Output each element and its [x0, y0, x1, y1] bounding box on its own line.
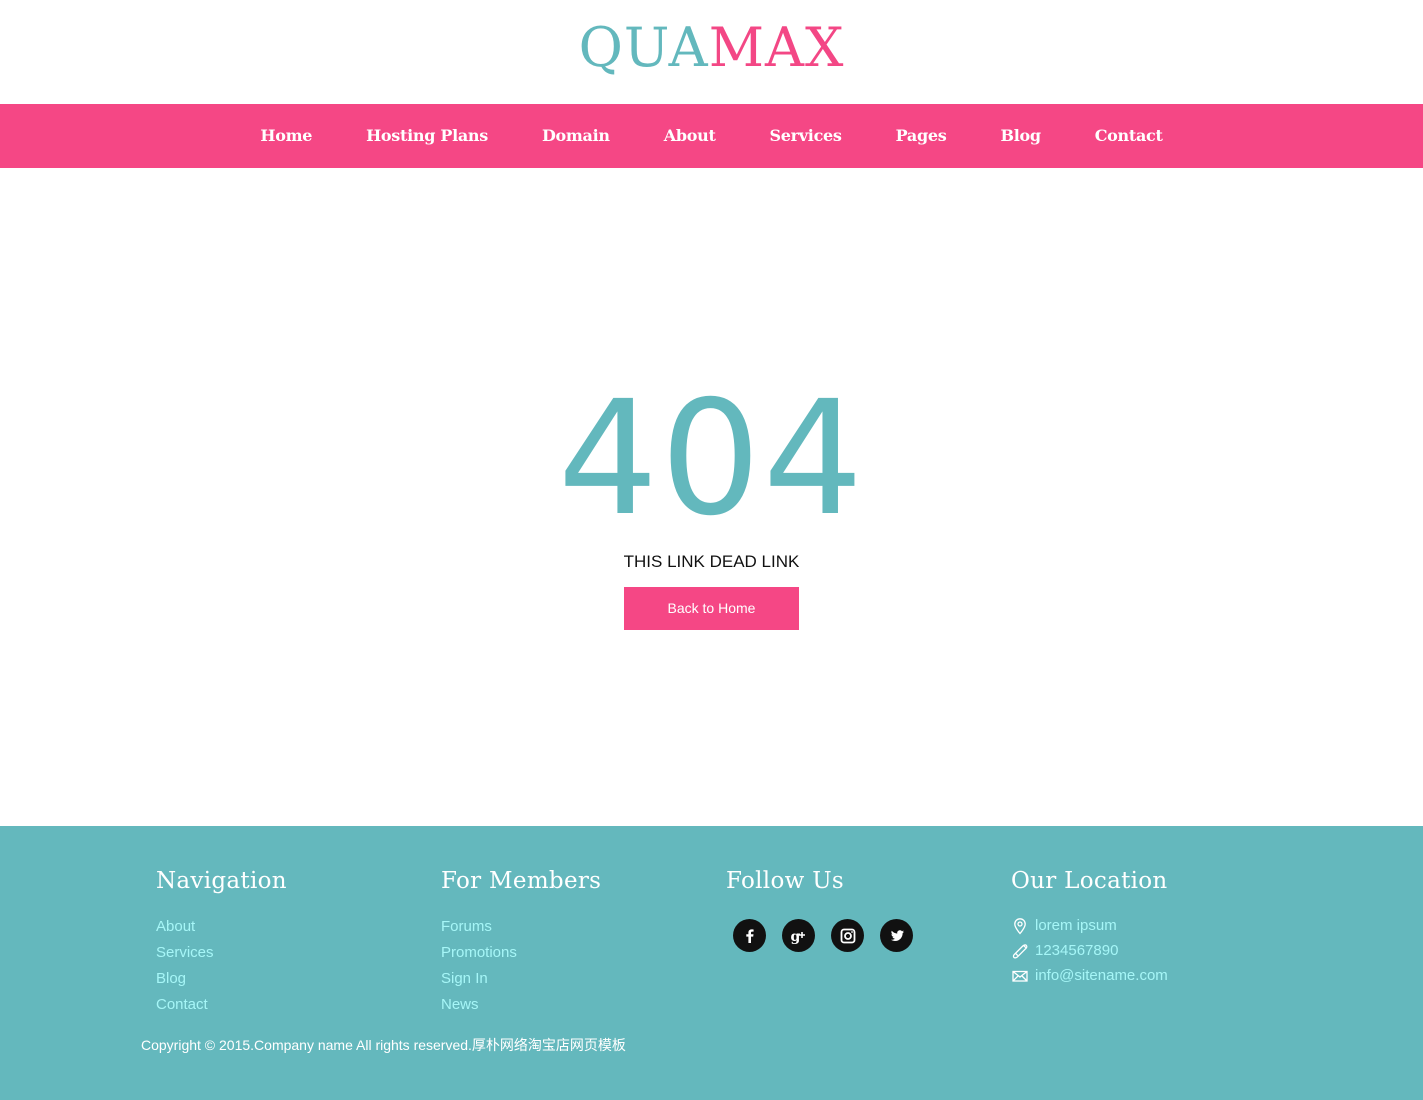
nav-item-blog[interactable]: Blog: [1000, 104, 1041, 168]
error-section: 404 THIS LINK DEAD LINK Back to Home: [0, 168, 1423, 826]
footer-location-column: Our Location lorem ipsum 1234567890 info…: [1011, 864, 1168, 988]
facebook-icon[interactable]: [733, 919, 766, 952]
logo-text-part2: MAX: [708, 16, 845, 79]
footer-link-forums[interactable]: Forums: [441, 918, 492, 935]
nav-item-services[interactable]: Services: [770, 104, 842, 168]
back-to-home-button[interactable]: Back to Home: [624, 587, 799, 630]
footer-navigation-column: Navigation About Services Blog Contact: [156, 864, 287, 1017]
error-message: THIS LINK DEAD LINK: [623, 552, 800, 571]
envelope-icon: [1011, 967, 1029, 985]
footer-link-sign-in[interactable]: Sign In: [441, 970, 488, 987]
logo-text-part1: QUA: [578, 16, 709, 79]
location-email-link[interactable]: info@sitename.com: [1035, 963, 1168, 988]
map-pin-icon: [1011, 917, 1029, 935]
main-nav: Home Hosting Plans Domain About Services…: [0, 104, 1423, 168]
footer-link-services[interactable]: Services: [156, 944, 214, 961]
footer-members-title: For Members: [441, 868, 602, 894]
footer-link-contact[interactable]: Contact: [156, 996, 208, 1013]
nav-item-contact[interactable]: Contact: [1095, 104, 1163, 168]
svg-text:g: g: [790, 929, 800, 945]
google-plus-icon[interactable]: g: [782, 919, 815, 952]
nav-item-domain[interactable]: Domain: [542, 104, 610, 168]
site-header: QUAMAX: [0, 0, 1423, 104]
footer-follow-column: Follow Us g: [726, 864, 913, 952]
location-address-text: lorem ipsum: [1035, 917, 1117, 934]
footer-link-about[interactable]: About: [156, 918, 195, 935]
location-address: lorem ipsum: [1011, 913, 1168, 938]
phone-icon: [1011, 942, 1029, 960]
nav-item-about[interactable]: About: [664, 104, 716, 168]
copyright-text: Copyright © 2015.Company name All rights…: [141, 1037, 626, 1053]
footer-link-promotions[interactable]: Promotions: [441, 944, 517, 961]
footer-link-news[interactable]: News: [441, 996, 479, 1013]
nav-item-pages[interactable]: Pages: [896, 104, 947, 168]
nav-item-hosting-plans[interactable]: Hosting Plans: [366, 104, 488, 168]
social-links: g: [726, 919, 913, 952]
site-logo[interactable]: QUAMAX: [0, 18, 1423, 78]
nav-item-home[interactable]: Home: [260, 104, 312, 168]
footer-navigation-title: Navigation: [156, 868, 287, 894]
location-phone: 1234567890: [1011, 938, 1168, 963]
location-email: info@sitename.com: [1011, 963, 1168, 988]
location-phone-text: 1234567890: [1035, 942, 1119, 959]
error-code: 404: [557, 367, 866, 551]
footer-link-blog[interactable]: Blog: [156, 970, 186, 987]
footer-follow-title: Follow Us: [726, 868, 844, 894]
footer-location-title: Our Location: [1011, 868, 1168, 894]
twitter-icon[interactable]: [880, 919, 913, 952]
instagram-icon[interactable]: [831, 919, 864, 952]
site-footer: Navigation About Services Blog Contact F…: [0, 826, 1423, 1100]
footer-members-column: For Members Forums Promotions Sign In Ne…: [441, 864, 601, 1017]
